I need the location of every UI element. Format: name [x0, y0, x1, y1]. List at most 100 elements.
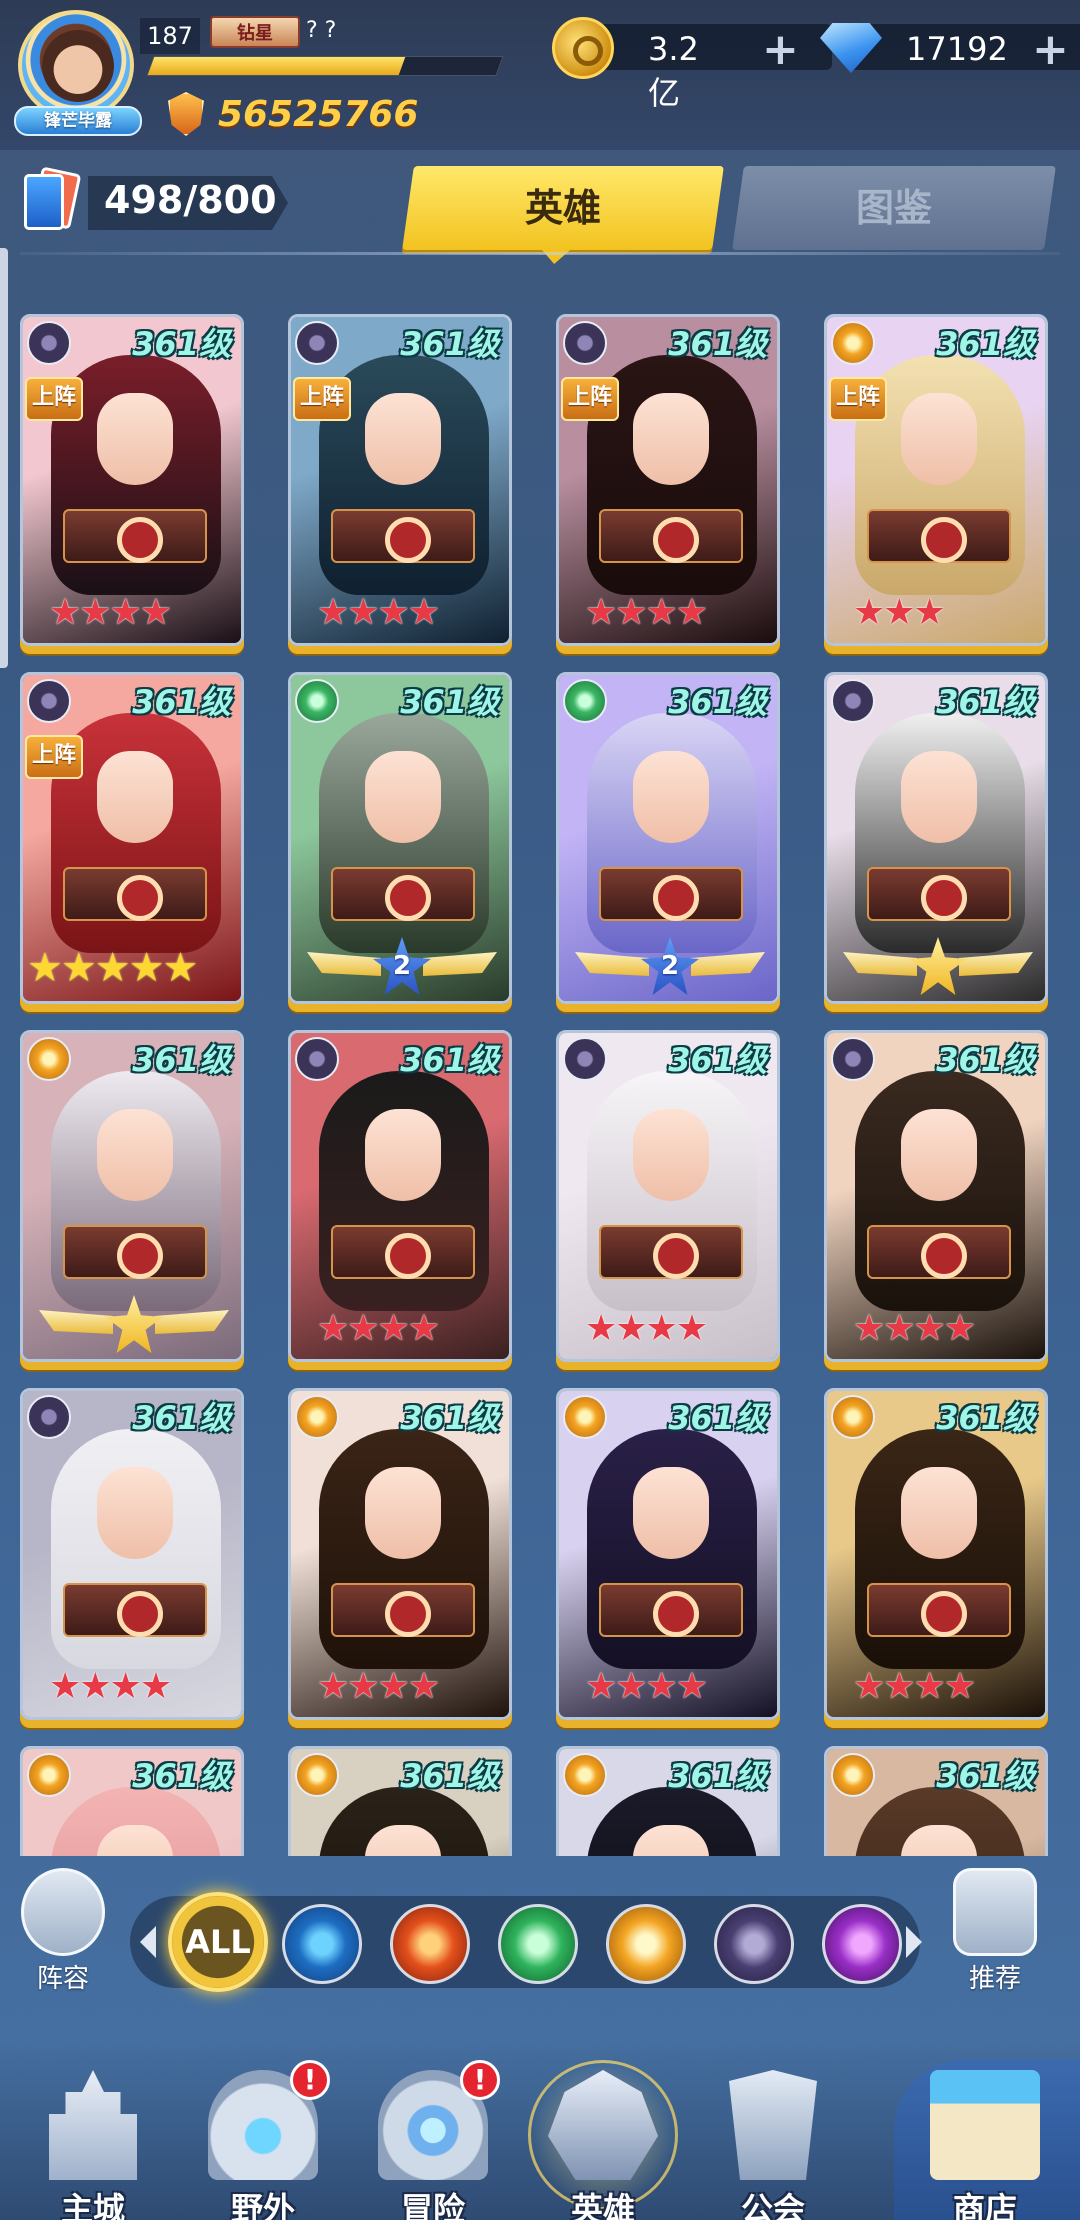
- tab-heroes[interactable]: 英雄: [402, 166, 724, 250]
- tab-codex[interactable]: 图鉴: [732, 166, 1056, 250]
- light-faction-icon: [831, 321, 875, 365]
- wind-faction-icon: [295, 679, 339, 723]
- lineup-button[interactable]: 阵容: [8, 1868, 118, 1998]
- water-faction-icon[interactable]: [282, 1904, 362, 1984]
- hero-card[interactable]: 361级 ★★★★: [20, 1388, 244, 1720]
- combat-power-value: 56525766: [218, 93, 419, 135]
- faction-filter-bar: 阵容 ALL 推荐: [0, 1868, 1080, 2008]
- diamond-currency: 17192 +: [820, 22, 1080, 75]
- hero-card[interactable]: 361级 ★★★★: [556, 1030, 780, 1362]
- on-team-badge: 上阵: [829, 377, 887, 421]
- nav-heroes[interactable]: 英雄: [528, 2060, 678, 2220]
- awakening-rank: 2: [392, 951, 412, 981]
- light-faction-icon: [831, 1395, 875, 1439]
- hero-card[interactable]: 361级: [288, 1746, 512, 1856]
- hero-stars: ★★★★: [853, 1666, 976, 1707]
- star-badge-icon: [105, 1295, 163, 1353]
- hero-card[interactable]: 361级: [20, 1030, 244, 1362]
- hero-stars: ★★★★: [317, 1666, 440, 1707]
- hero-level: 361级: [400, 1757, 499, 1795]
- hero-level: 361级: [668, 325, 767, 363]
- hero-card[interactable]: 361级 2: [288, 672, 512, 1004]
- nav-shop[interactable]: 商店: [910, 2060, 1060, 2220]
- hero-level: 361级: [132, 683, 231, 721]
- hero-class-emblem: [331, 509, 475, 563]
- recommend-label: 推荐: [968, 1964, 1021, 1994]
- hero-card[interactable]: 361级 ★★★★: [824, 1030, 1048, 1362]
- hero-card[interactable]: 361级 ★★★★: [556, 1388, 780, 1720]
- hero-card[interactable]: 361级上阵 ★★★: [824, 314, 1048, 646]
- add-diamond-button[interactable]: +: [1032, 24, 1069, 75]
- add-gold-button[interactable]: +: [762, 24, 799, 75]
- hero-stars: ★★★★: [585, 592, 708, 633]
- wind-faction-icon[interactable]: [498, 1904, 578, 1984]
- hero-count: 498/800: [104, 178, 277, 222]
- hero-class-emblem: [867, 1225, 1011, 1279]
- combat-power: 56525766: [168, 88, 418, 140]
- player-level: 187: [140, 18, 200, 54]
- hero-card[interactable]: 361级 上阵 ★★★★: [288, 314, 512, 646]
- on-team-badge: 上阵: [561, 377, 619, 421]
- hero-level: 361级: [668, 1757, 767, 1795]
- hero-level: 361级: [400, 1041, 499, 1079]
- hero-level: 361级: [400, 325, 499, 363]
- hero-card[interactable]: 361级上阵 ★★★★: [556, 314, 780, 646]
- hero-class-emblem: [599, 867, 743, 921]
- hero-level: 361级: [668, 1399, 767, 1437]
- dark-faction-icon: [27, 679, 71, 723]
- hero-level: 361级: [936, 325, 1035, 363]
- void-faction-icon[interactable]: [822, 1904, 902, 1984]
- avatar-title-tag: 锋芒毕露: [14, 106, 142, 136]
- hero-card[interactable]: 361级 ★★★★: [824, 1388, 1048, 1720]
- castle-icon: [49, 2070, 137, 2180]
- dark-faction-icon: [563, 1037, 607, 1081]
- top-bar: 锋芒毕露 187 钻星 ? ? 56525766 3.2亿 + 17192 +: [0, 0, 1080, 150]
- wild-alert-badge: !: [290, 2060, 330, 2100]
- player-avatar[interactable]: 锋芒毕露: [14, 10, 142, 136]
- light-faction-icon[interactable]: [606, 1904, 686, 1984]
- hero-stars: ★★★: [853, 592, 946, 633]
- thumbs-up-icon: [953, 1868, 1037, 1956]
- hero-grid: 361级 上阵 ★★★★ 361级 上阵 ★★★★ 361级 上阵 ★★★★ 361级 上阵 ★★★ 3…: [0, 300, 1080, 1856]
- dark-faction-icon: [27, 321, 71, 365]
- dark-faction-icon: [831, 679, 875, 723]
- fire-faction-icon[interactable]: [390, 1904, 470, 1984]
- filter-all-button[interactable]: ALL: [168, 1892, 268, 1992]
- dark-faction-icon[interactable]: [714, 1904, 794, 1984]
- hero-card[interactable]: 361级: [556, 1746, 780, 1856]
- hero-level: 361级: [936, 683, 1035, 721]
- hero-class-emblem: [63, 509, 207, 563]
- hero-class-emblem: [63, 867, 207, 921]
- hero-level: 361级: [936, 1041, 1035, 1079]
- recommend-button[interactable]: 推荐: [940, 1868, 1050, 1998]
- hero-level: 361级: [132, 1041, 231, 1079]
- dark-faction-icon: [295, 1037, 339, 1081]
- hero-card[interactable]: 361级: [824, 672, 1048, 1004]
- hero-stars: ★★★★: [317, 592, 440, 633]
- nav-wild[interactable]: ! 野外: [188, 2060, 338, 2220]
- hero-level: 361级: [668, 1041, 767, 1079]
- hero-card[interactable]: 361级: [824, 1746, 1048, 1856]
- hero-card[interactable]: 361级 ★★★★: [288, 1388, 512, 1720]
- hero-card[interactable]: 361级 上阵 ★★★★★: [20, 672, 244, 1004]
- avatar-portrait: [42, 30, 114, 102]
- light-faction-icon: [295, 1395, 339, 1439]
- star-badge-icon: [909, 937, 967, 995]
- nav-guild[interactable]: 公会: [698, 2060, 848, 2220]
- rank-badge[interactable]: 钻星: [210, 16, 300, 48]
- hero-card[interactable]: 361级 ★★★★: [288, 1030, 512, 1362]
- light-faction-icon: [27, 1753, 71, 1797]
- gold-amount: 3.2亿: [648, 30, 699, 112]
- hero-level: 361级: [936, 1399, 1035, 1437]
- light-faction-icon: [27, 1037, 71, 1081]
- nav-adventure[interactable]: ! 冒险: [358, 2060, 508, 2220]
- hero-card[interactable]: 361级: [20, 1746, 244, 1856]
- nav-label: 野外: [230, 2190, 295, 2220]
- hero-stars: ★★★★: [317, 1308, 440, 1349]
- nav-main-city[interactable]: 主城: [18, 2060, 168, 2220]
- hero-stars: ★★★★: [585, 1308, 708, 1349]
- hero-card[interactable]: 361级 上阵 ★★★★: [20, 314, 244, 646]
- hero-level: 361级: [400, 1399, 499, 1437]
- hero-card[interactable]: 361级 2: [556, 672, 780, 1004]
- hero-class-emblem: [599, 1225, 743, 1279]
